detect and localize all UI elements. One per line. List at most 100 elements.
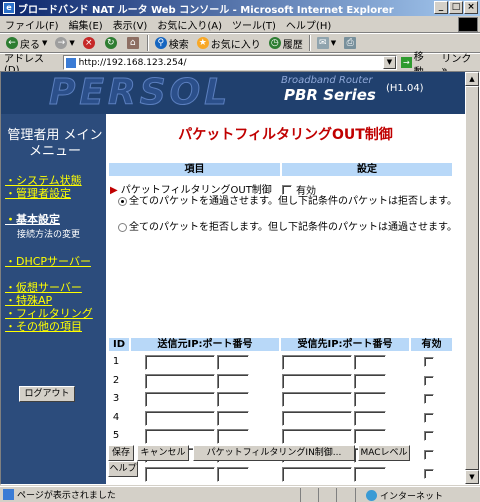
status-cell: [318, 488, 336, 502]
save-button[interactable]: 保存: [108, 445, 134, 461]
table-row: 5: [106, 428, 465, 446]
out-control-enable: 有効: [282, 182, 316, 197]
pass-all-radio[interactable]: [118, 196, 127, 206]
menu-tools[interactable]: ツール(T): [227, 17, 281, 32]
scroll-down-icon[interactable]: ▼: [465, 470, 479, 484]
menu-help[interactable]: ヘルプ(H): [281, 17, 336, 32]
menu-edit[interactable]: 編集(E): [64, 17, 108, 32]
destination-port-input[interactable]: [354, 429, 386, 445]
minimize-button[interactable]: _: [434, 1, 448, 14]
scroll-thumb[interactable]: [465, 86, 479, 470]
source-ip-input[interactable]: [145, 429, 215, 445]
row-enable-checkbox[interactable]: [424, 357, 434, 367]
row-enable-checkbox[interactable]: [424, 450, 434, 460]
source-port-input[interactable]: [217, 392, 249, 408]
favorites-button[interactable]: ★ お気に入り: [195, 36, 263, 51]
destination-port-input[interactable]: [354, 355, 386, 370]
sidebar-item-other[interactable]: その他の項目: [5, 318, 82, 334]
address-url: http://192.168.123.254/: [78, 57, 187, 68]
destination-ip-input[interactable]: [282, 466, 352, 482]
row-enable-checkbox[interactable]: [424, 394, 434, 405]
home-button[interactable]: ⌂: [125, 37, 143, 49]
status-cell: [336, 488, 354, 502]
menu-file[interactable]: ファイル(F): [0, 17, 64, 32]
persol-logo: PERSOL: [48, 72, 232, 113]
enable-checkbox[interactable]: [282, 184, 292, 195]
vertical-scrollbar[interactable]: ▲ ▼: [465, 72, 479, 484]
table-row: 7: [106, 466, 465, 484]
address-input[interactable]: http://192.168.123.254/ ▼: [62, 55, 397, 70]
search-icon: ⚲: [154, 37, 167, 49]
logout-button[interactable]: ログアウト: [19, 386, 75, 402]
sidebar-title: 管理者用 メインメニュー: [7, 128, 103, 159]
cancel-button[interactable]: キャンセル: [137, 445, 189, 461]
destination-port-input[interactable]: [354, 392, 386, 408]
row-enable-checkbox[interactable]: [424, 431, 434, 442]
history-button[interactable]: ◷ 履歴: [267, 36, 305, 51]
zone-label: インターネット: [380, 491, 444, 502]
source-port-input[interactable]: [217, 355, 249, 370]
history-label: 履歴: [282, 39, 303, 51]
option-deny-all: 全てのパケットを拒否します。但し下記条件のパケットは通過させます。: [118, 222, 458, 234]
help-button[interactable]: ヘルプ: [108, 461, 138, 477]
source-ip-input[interactable]: [145, 466, 215, 482]
chevron-down-icon[interactable]: ▼: [382, 56, 396, 69]
source-port-input[interactable]: [217, 429, 249, 445]
source-ip-input[interactable]: [145, 392, 215, 408]
forward-button[interactable]: → ▼: [53, 37, 76, 49]
sidebar-item-basic-settings[interactable]: 基本設定: [5, 211, 60, 227]
banner: PERSOL Broadband Router PBR Series (H1.0…: [1, 72, 465, 114]
table-header-enable: 有効: [411, 338, 452, 351]
deny-all-radio[interactable]: [118, 222, 127, 232]
destination-port-input[interactable]: [354, 466, 386, 482]
mail-button[interactable]: ✉ ▼: [315, 37, 338, 49]
stop-button[interactable]: ×: [81, 37, 99, 49]
destination-ip-input[interactable]: [282, 410, 352, 426]
source-port-input[interactable]: [217, 410, 249, 426]
refresh-button[interactable]: ↻: [103, 37, 121, 49]
source-port-input[interactable]: [217, 373, 249, 389]
setting-row-text: パケットフィルタリングOUT制御: [120, 185, 272, 196]
print-button[interactable]: ⎙: [342, 37, 360, 49]
forward-arrow-icon: →: [55, 37, 68, 49]
page-viewport: PERSOL Broadband Router PBR Series (H1.0…: [0, 71, 480, 485]
close-button[interactable]: ×: [464, 1, 478, 14]
links-label: リンク: [441, 53, 472, 65]
search-button[interactable]: ⚲ 検索: [153, 36, 191, 51]
destination-ip-input[interactable]: [282, 373, 352, 389]
in-control-button[interactable]: パケットフィルタリングIN制御...: [193, 445, 355, 461]
sidebar-item-dhcp-server[interactable]: DHCPサーバー: [5, 253, 91, 269]
destination-port-input[interactable]: [354, 373, 386, 389]
destination-ip-input[interactable]: [282, 355, 352, 370]
destination-ip-input[interactable]: [282, 392, 352, 408]
back-button[interactable]: ← 戻る ▼: [4, 36, 49, 51]
menu-view[interactable]: 表示(V): [108, 17, 153, 32]
destination-ip-input[interactable]: [282, 429, 352, 445]
go-arrow-icon: →: [400, 57, 412, 68]
deny-all-text: 全てのパケットを拒否します。但し下記条件のパケットは通過させます。: [129, 222, 457, 233]
scroll-up-icon[interactable]: ▲: [465, 72, 479, 86]
row-enable-checkbox[interactable]: [424, 412, 434, 423]
row-enable-checkbox[interactable]: [424, 468, 434, 479]
mac-level-button[interactable]: MACレベル: [358, 445, 410, 461]
maximize-button[interactable]: □: [449, 1, 463, 14]
stop-icon: ×: [82, 37, 95, 49]
banner-series: PBR Series: [284, 86, 376, 104]
history-icon: ◷: [268, 37, 281, 49]
ie-icon: e: [3, 2, 15, 14]
chevron-down-icon: ▼: [330, 39, 337, 47]
page-done-icon: [3, 489, 14, 500]
banner-tagline: Broadband Router: [281, 75, 373, 86]
row-enable-checkbox[interactable]: [424, 375, 434, 386]
page-title: パケットフィルタリングOUT制御: [178, 127, 393, 143]
row-id: 2: [112, 374, 120, 386]
source-ip-input[interactable]: [145, 373, 215, 389]
sidebar-item-admin-settings[interactable]: 管理者設定: [5, 185, 71, 201]
back-arrow-icon: ←: [6, 37, 18, 49]
source-ip-input[interactable]: [145, 410, 215, 426]
menu-bar: ファイル(F) 編集(E) 表示(V) お気に入り(A) ツール(T) ヘルプ(…: [0, 16, 480, 33]
menu-favorites[interactable]: お気に入り(A): [152, 17, 227, 32]
destination-port-input[interactable]: [354, 410, 386, 426]
source-ip-input[interactable]: [145, 355, 215, 370]
source-port-input[interactable]: [217, 466, 249, 482]
